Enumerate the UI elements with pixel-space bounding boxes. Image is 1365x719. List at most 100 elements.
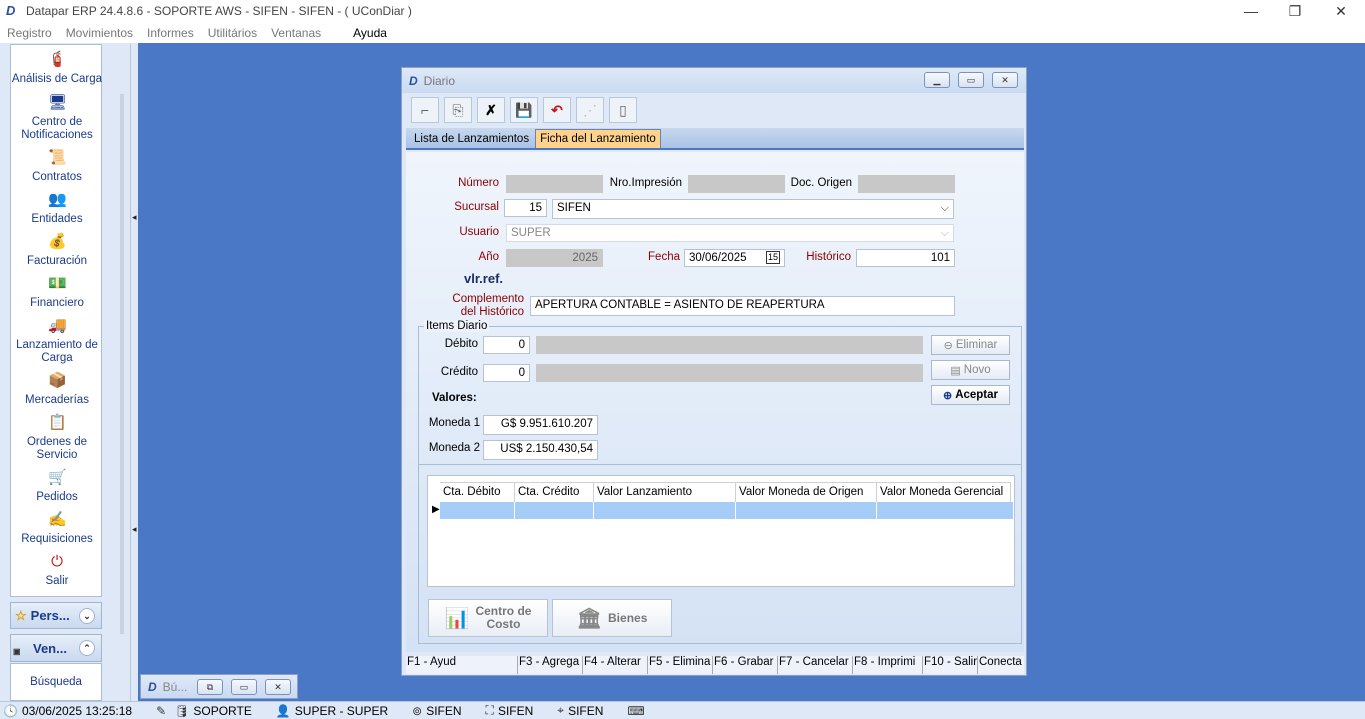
cancel-icon[interactable]: ✗ (477, 97, 505, 123)
status-keyboard[interactable]: ⌨ (627, 704, 648, 718)
fkey-f10[interactable]: F10 - Salir (923, 656, 978, 674)
sidebar-splitter[interactable]: ◂ ◂ (130, 44, 138, 701)
status-datetime-text: 03/06/2025 13:25:18 (21, 703, 133, 718)
sidebar-item-salir[interactable]: ⏻ Salir (11, 553, 103, 588)
minimize-button[interactable]: — (1228, 0, 1274, 22)
busqueda-item[interactable]: Búsqueda (10, 663, 102, 701)
valores-label: Valores: (432, 392, 477, 404)
fkey-f7[interactable]: F7 - Cancelar (778, 656, 853, 674)
tab-lista-lanzamientos[interactable]: Lista de Lanzamientos (406, 130, 533, 148)
collapse-left-icon[interactable]: ◂ (132, 212, 137, 222)
diario-close-button[interactable]: ✕ (992, 72, 1018, 88)
sidebar-item-contratos[interactable]: 📜 Contratos (11, 149, 103, 184)
calendar-icon[interactable]: 15 (765, 251, 780, 264)
menu-ayuda[interactable]: Ayuda (353, 26, 387, 40)
menu-registro[interactable]: Registro (7, 26, 52, 40)
numero-field[interactable] (506, 175, 603, 193)
report-icon[interactable]: ▯ (609, 97, 637, 123)
debito-field[interactable]: 0 (483, 336, 530, 354)
database-icon: 🛢 (174, 703, 190, 718)
fkey-f1[interactable]: F1 - Ayud (406, 656, 518, 674)
sucursal-label: Sucursal (454, 201, 499, 213)
col-valor-moneda-gerencial[interactable]: Valor Moneda Gerencial (877, 483, 1011, 502)
tab-ficha-lanzamiento[interactable]: Ficha del Lanzamiento (535, 129, 661, 148)
sidebar-item-mercaderias[interactable]: 📦 Mercaderías (11, 372, 103, 407)
col-cta-debito[interactable]: Cta. Débito (440, 483, 515, 502)
diario-title-bar[interactable]: D Diario ▁ ▭ ✕ (402, 68, 1026, 93)
menu-informes[interactable]: Informes (147, 26, 194, 40)
keyboard-icon: ⌨ (627, 703, 645, 718)
busqueda-maximize-button[interactable]: ▭ (231, 679, 257, 695)
status-company: ⛶ SIFEN (486, 703, 534, 718)
sidebar-item-financiero[interactable]: 💵 Financiero (11, 275, 103, 310)
sucursal-code-field[interactable]: 15 (504, 199, 547, 217)
historico-field[interactable]: 101 (856, 249, 955, 267)
new-record-icon[interactable]: ⌐ (411, 97, 439, 123)
centro-costo-button[interactable]: 📊 Centro de Costo (428, 599, 548, 637)
credito-field[interactable]: 0 (483, 364, 530, 382)
fkey-f3[interactable]: F3 - Agrega (518, 656, 583, 674)
bienes-button[interactable]: 🏛 Bienes (552, 599, 672, 637)
fkey-conecta[interactable]: Conecta (978, 656, 1024, 674)
chevron-up-icon[interactable]: ⌃ (79, 640, 95, 656)
cell-cta-debito[interactable] (440, 502, 515, 519)
cell-valor-lanzamiento[interactable] (594, 502, 736, 519)
col-valor-lanzamiento[interactable]: Valor Lanzamiento (594, 483, 736, 502)
sidebar-item-facturacion[interactable]: 💰 Facturación (11, 233, 103, 268)
sidebar-item-requisiciones[interactable]: ✍ Requisiciones (11, 511, 103, 546)
chevron-down-icon[interactable]: ⌄ (79, 607, 95, 624)
menu-bar: Registro Movimientos Informes Utilitário… (0, 22, 1365, 43)
copy-icon[interactable]: ⎘ (444, 97, 472, 123)
fkey-f8[interactable]: F8 - Imprimi (853, 656, 923, 674)
cell-cta-credito[interactable] (515, 502, 594, 519)
save-icon[interactable]: 💾 (510, 97, 538, 123)
status-branch-text: SIFEN (568, 703, 604, 718)
finance-icon: 💵 (48, 275, 67, 292)
nro-impresion-field[interactable] (688, 175, 785, 193)
table-row[interactable] (440, 502, 1013, 519)
sidebar-item-label: Contratos (32, 171, 82, 183)
undo-icon[interactable]: ↶ (543, 97, 571, 123)
diario-restore-button[interactable]: ▭ (958, 72, 984, 88)
busqueda-close-button[interactable]: ✕ (265, 679, 291, 695)
entities-icon: 👥 (48, 191, 67, 208)
col-valor-moneda-origen[interactable]: Valor Moneda de Origen (736, 483, 877, 502)
sidebar-item-notificaciones[interactable]: 🖥 Centro de Notificaciones (11, 94, 103, 142)
sidebar-scrollbar[interactable] (120, 94, 124, 634)
cell-valor-moneda-origen[interactable] (736, 502, 877, 519)
eliminar-button[interactable]: ⊖ Eliminar (931, 335, 1010, 355)
doc-origen-field[interactable] (858, 175, 955, 193)
group-ventanas[interactable]: ▣ Ven... ⌃ (10, 634, 102, 662)
restore-button[interactable]: ❐ (1272, 0, 1318, 22)
fkey-f5[interactable]: F5 - Elimina (648, 656, 713, 674)
edit-disabled-icon[interactable]: ⋰ (576, 97, 604, 123)
fkey-f6[interactable]: F6 - Grabar (713, 656, 778, 674)
sucursal-select[interactable]: SIFEN ⌵ (552, 199, 954, 219)
sidebar-item-lanzamiento-carga[interactable]: 🚚 Lanzamiento de Carga (11, 317, 103, 365)
moneda1-label: Moneda 1 (428, 417, 480, 429)
sidebar-item-entidades[interactable]: 👥 Entidades (11, 191, 103, 226)
items-grid[interactable]: Cta. Débito Cta. Crédito Valor Lanzamien… (427, 475, 1015, 587)
grid-header: Cta. Débito Cta. Crédito Valor Lanzamien… (440, 482, 1011, 502)
user-icon: 👤 (275, 703, 291, 718)
menu-ventanas[interactable]: Ventanas (271, 26, 321, 40)
fecha-field[interactable]: 30/06/2025 15 (684, 249, 785, 267)
sidebar-item-ordenes-servicio[interactable]: 📋 Ordenes de Servicio (11, 414, 103, 462)
cell-valor-moneda-gerencial[interactable] (877, 502, 1011, 519)
sidebar-item-analisis[interactable]: 🧯 Análisis de Carga (11, 51, 103, 86)
novo-button[interactable]: ▤ Novo (931, 360, 1010, 380)
menu-utilitarios[interactable]: Utilitários (208, 26, 257, 40)
busqueda-restore-button[interactable]: ⧉ (197, 679, 223, 695)
sidebar-item-pedidos[interactable]: 🛒 Pedidos (11, 469, 103, 504)
fkey-f4[interactable]: F4 - Alterar (583, 656, 648, 674)
collapse-left-icon[interactable]: ◂ (132, 524, 137, 534)
menu-movimientos[interactable]: Movimientos (66, 26, 133, 40)
complemento-field[interactable]: APERTURA CONTABLE = ASIENTO DE REAPERTUR… (530, 296, 955, 316)
diario-title: Diario (423, 73, 456, 88)
aceptar-button[interactable]: ⊕ Aceptar (931, 385, 1010, 405)
busqueda-window[interactable]: D Bú... ⧉ ▭ ✕ (140, 674, 298, 699)
diario-minimize-button[interactable]: ▁ (924, 72, 950, 88)
close-button[interactable]: ✕ (1318, 0, 1364, 22)
col-cta-credito[interactable]: Cta. Crédito (515, 483, 594, 502)
group-personal[interactable]: ☆ Pers... ⌄ (10, 602, 102, 629)
